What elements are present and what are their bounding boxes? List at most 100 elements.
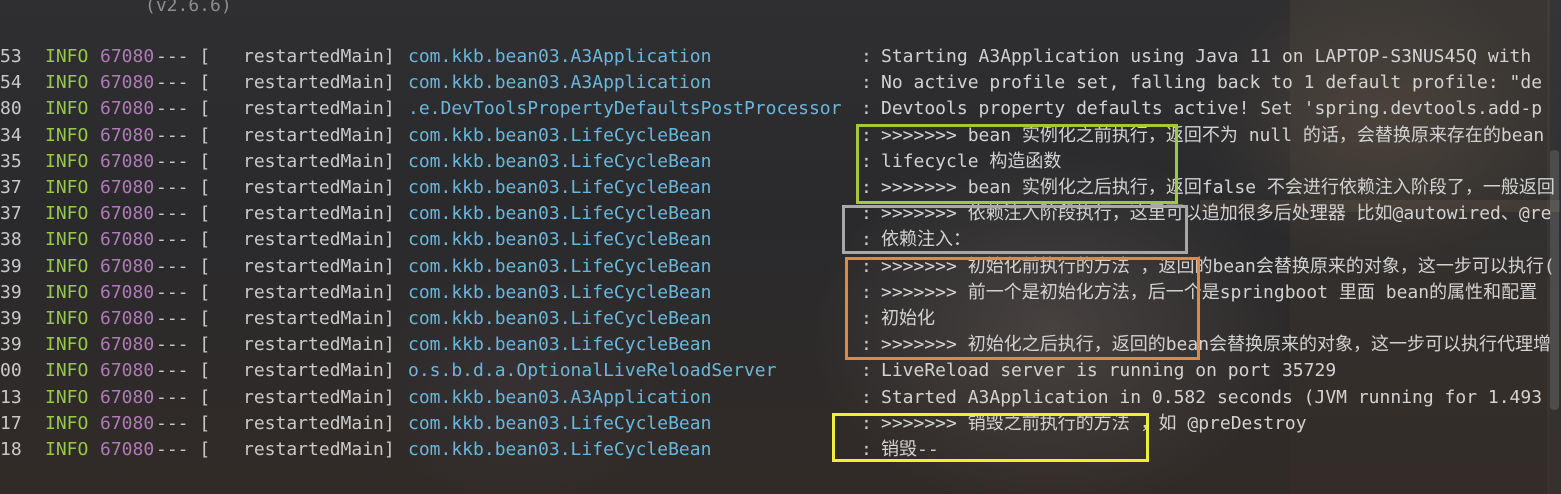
log-ms: 39 <box>0 308 22 329</box>
log-ms: 80 <box>0 98 22 120</box>
log-colon: : <box>861 412 872 434</box>
log-thread: restartedMain] <box>243 281 395 303</box>
log-line: 37 INFO 67080 --- [restartedMain] com.kkb.be… <box>0 175 1561 201</box>
log-colon: : <box>861 360 872 382</box>
log-colon: : <box>861 386 872 408</box>
log-logger: com.kkb.bean03.LifeCycleBean <box>408 203 712 225</box>
log-logger: com.kkb.bean03.A3Application <box>408 386 712 408</box>
log-ms: 13 <box>0 386 22 408</box>
log-thread: restartedMain] <box>243 439 395 460</box>
log-line: 18 INFO 67080 --- [restartedMain] com.kkb.be… <box>0 437 1561 463</box>
log-separator: --- [ <box>156 281 211 303</box>
log-ms: 18 <box>0 439 22 460</box>
log-pid: 67080 <box>100 308 155 329</box>
log-colon: : <box>861 72 872 94</box>
log-line: 34 INFO 67080 --- [restartedMain] com.kkb.be… <box>0 123 1561 149</box>
log-pid: 67080 <box>100 255 155 277</box>
log-pid: 67080 <box>100 386 155 408</box>
log-logger: com.kkb.bean03.LifeCycleBean <box>408 334 712 356</box>
log-message: 依赖注入： <box>881 229 971 251</box>
log-line: 35 INFO 67080 --- [restartedMain] com.kkb.be… <box>0 149 1561 175</box>
log-ms: 37 <box>0 203 22 225</box>
log-level: INFO <box>45 308 89 329</box>
log-ms: 17 <box>0 412 22 434</box>
log-logger: com.kkb.bean03.LifeCycleBean <box>408 150 712 172</box>
log-thread: restartedMain] <box>243 177 395 198</box>
log-message: >>>>>>> bean 实例化之前执行，返回不为 null 的话，会替换原来存… <box>881 124 1545 146</box>
log-ms: 54 <box>0 72 22 94</box>
log-separator: --- [ <box>156 124 211 146</box>
log-level: INFO <box>45 150 89 172</box>
log-pid: 67080 <box>100 334 155 356</box>
log-message: Devtools property defaults active! Set '… <box>881 98 1543 120</box>
log-logger: com.kkb.bean03.LifeCycleBean <box>408 412 712 434</box>
log-level: INFO <box>45 412 89 434</box>
log-level: INFO <box>45 439 89 460</box>
log-message: >>>>>>> 初始化之后执行，返回的bean会替换原来的对象，这一步可以执行代… <box>881 334 1552 356</box>
log-pid: 67080 <box>100 98 155 120</box>
log-separator: --- [ <box>156 439 211 460</box>
log-line: 13 INFO 67080 --- [restartedMain] com.kkb.be… <box>0 385 1561 411</box>
log-separator: --- [ <box>156 334 211 356</box>
log-pid: 67080 <box>100 46 155 67</box>
log-separator: --- [ <box>156 72 211 94</box>
log-colon: : <box>861 439 872 460</box>
log-ms: 38 <box>0 229 22 251</box>
log-ms: 39 <box>0 255 22 277</box>
log-message: 销毁-- <box>881 439 939 460</box>
vertical-scrollbar[interactable] <box>1547 0 1561 494</box>
log-level: INFO <box>45 124 89 146</box>
log-thread: restartedMain] <box>243 360 395 382</box>
log-level: INFO <box>45 229 89 251</box>
log-separator: --- [ <box>156 177 211 198</box>
log-line: 39 INFO 67080 --- [restartedMain] com.kkb.be… <box>0 280 1561 306</box>
log-message: 初始化 <box>881 308 935 329</box>
log-pid: 67080 <box>100 229 155 251</box>
log-thread: restartedMain] <box>243 72 395 94</box>
log-ms: 00 <box>0 360 22 382</box>
log-logger: com.kkb.bean03.A3Application <box>408 46 712 67</box>
log-ms: 39 <box>0 334 22 356</box>
log-logger: com.kkb.bean03.LifeCycleBean <box>408 308 712 329</box>
log-level: INFO <box>45 46 89 67</box>
log-line: 39 INFO 67080 --- [restartedMain] com.kkb.be… <box>0 332 1561 358</box>
log-line: 39 INFO 67080 --- [restartedMain] com.kkb.be… <box>0 254 1561 280</box>
log-level: INFO <box>45 177 89 198</box>
log-thread: restartedMain] <box>243 308 395 329</box>
log-logger: com.kkb.bean03.LifeCycleBean <box>408 229 712 251</box>
log-line: 17 INFO 67080 --- [restartedMain] com.kkb.be… <box>0 411 1561 437</box>
log-message: >>>>>>> 销毁之前执行的方法 ，如 @preDestroy <box>881 412 1307 434</box>
log-logger: .e.DevToolsPropertyDefaultsPostProcessor <box>408 98 842 120</box>
log-colon: : <box>861 177 872 198</box>
log-logger: com.kkb.bean03.LifeCycleBean <box>408 281 712 303</box>
log-line: 53 INFO 67080 --- [restartedMain] com.kkb.be… <box>0 44 1561 70</box>
log-thread: restartedMain] <box>243 229 395 251</box>
log-pid: 67080 <box>100 150 155 172</box>
log-message: lifecycle 构造函数 <box>881 150 1062 172</box>
log-pid: 67080 <box>100 281 155 303</box>
log-logger: o.s.b.d.a.OptionalLiveReloadServer <box>408 360 777 382</box>
log-separator: --- [ <box>156 98 211 120</box>
log-level: INFO <box>45 255 89 277</box>
log-ms: 53 <box>0 46 22 67</box>
log-line: 38 INFO 67080 --- [restartedMain] com.kkb.be… <box>0 227 1561 253</box>
log-colon: : <box>861 308 872 329</box>
log-line: 54 INFO 67080 --- [restartedMain] com.kkb.be… <box>0 70 1561 96</box>
log-colon: : <box>861 124 872 146</box>
log-thread: restartedMain] <box>243 150 395 172</box>
log-pid: 67080 <box>100 72 155 94</box>
log-message: LiveReload server is running on port 357… <box>881 360 1337 382</box>
log-pid: 67080 <box>100 203 155 225</box>
log-level: INFO <box>45 72 89 94</box>
log-thread: restartedMain] <box>243 386 395 408</box>
log-line: 80 INFO 67080 --- [restartedMain] .e.DevTool… <box>0 96 1561 122</box>
log-ms: 39 <box>0 281 22 303</box>
log-separator: --- [ <box>156 386 211 408</box>
log-line: 39 INFO 67080 --- [restartedMain] com.kkb.be… <box>0 306 1561 332</box>
log-colon: : <box>861 229 872 251</box>
log-message: Started A3Application in 0.582 seconds (… <box>881 386 1543 408</box>
log-thread: restartedMain] <box>243 46 395 67</box>
scrollbar-thumb[interactable] <box>1550 150 1559 410</box>
log-thread: restartedMain] <box>243 412 395 434</box>
log-level: INFO <box>45 334 89 356</box>
